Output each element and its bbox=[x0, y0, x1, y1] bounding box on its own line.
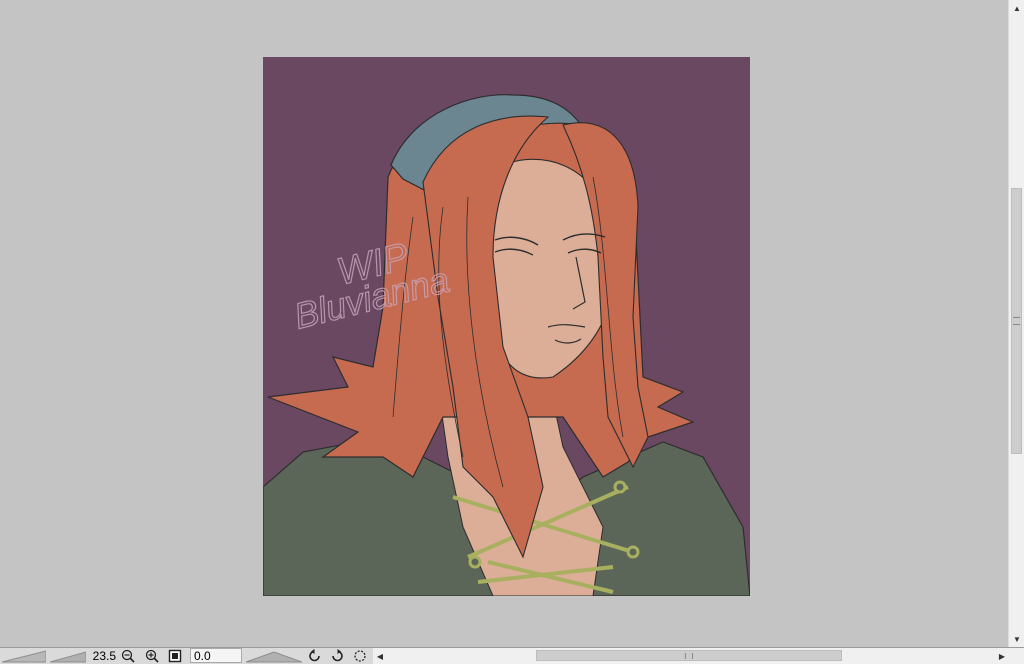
rotation-value[interactable]: 0.0 bbox=[190, 648, 242, 663]
scroll-left-arrow-icon[interactable]: ◀ bbox=[373, 648, 387, 664]
grip-icon bbox=[1013, 317, 1020, 325]
vertical-scroll-thumb[interactable] bbox=[1011, 188, 1022, 454]
artwork[interactable]: WIP Bluvianna bbox=[263, 57, 750, 596]
rotation-slider[interactable] bbox=[246, 649, 302, 663]
zoom-slider[interactable] bbox=[50, 649, 86, 663]
zoom-in-icon[interactable] bbox=[143, 648, 161, 664]
fit-screen-icon[interactable] bbox=[166, 648, 184, 664]
zoom-out-icon[interactable] bbox=[119, 648, 137, 664]
canvas-area[interactable]: WIP Bluvianna bbox=[0, 0, 1008, 647]
scroll-up-arrow-icon[interactable]: ▲ bbox=[1009, 0, 1024, 16]
scroll-down-arrow-icon[interactable]: ▼ bbox=[1009, 631, 1024, 647]
vertical-scrollbar[interactable]: ▲ ▼ bbox=[1008, 0, 1024, 647]
grip-icon bbox=[685, 653, 693, 659]
zoom-value[interactable]: 23.5 bbox=[84, 648, 116, 664]
reset-rotation-icon[interactable] bbox=[351, 648, 369, 664]
brush-size-ramp[interactable] bbox=[2, 649, 46, 663]
rotate-left-icon[interactable] bbox=[306, 648, 324, 664]
artwork-drawing: WIP Bluvianna bbox=[263, 57, 750, 596]
scroll-right-arrow-icon[interactable]: ▶ bbox=[995, 648, 1009, 664]
horizontal-scrollbar[interactable]: ◀ ▶ bbox=[373, 647, 1009, 664]
horizontal-scroll-thumb[interactable] bbox=[536, 650, 842, 661]
scrollbar-corner bbox=[1009, 647, 1024, 664]
rotate-right-icon[interactable] bbox=[328, 648, 346, 664]
